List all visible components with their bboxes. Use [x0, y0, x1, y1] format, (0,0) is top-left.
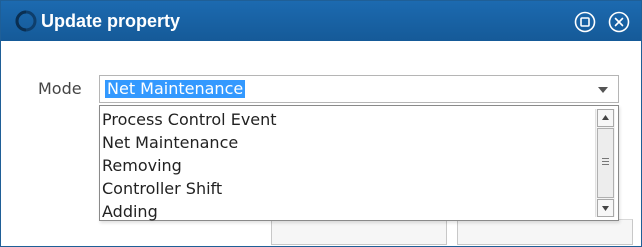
grip-line: [602, 164, 609, 165]
scroll-down-button[interactable]: [597, 199, 614, 217]
mode-option-net-maintenance[interactable]: Net Maintenance: [100, 132, 593, 155]
scroll-up-button[interactable]: [597, 109, 614, 127]
mode-option-controller-shift[interactable]: Controller Shift: [100, 178, 593, 201]
dropdown-scrollbar[interactable]: [595, 109, 615, 217]
mode-option-process-control-event[interactable]: Process Control Event: [100, 109, 593, 132]
close-circle-icon: [608, 11, 630, 33]
arrow-up-icon: [602, 115, 609, 120]
grip-line: [602, 158, 609, 159]
arrow-down-icon: [602, 206, 609, 211]
mode-option-removing[interactable]: Removing: [100, 155, 593, 178]
update-property-dialog: Update property Mode Net Maintenance Pro…: [0, 0, 642, 247]
chevron-down-icon: [598, 87, 608, 93]
dialog-title: Update property: [41, 11, 181, 31]
dialog-titlebar[interactable]: Update property: [1, 1, 641, 41]
mode-dropdown-list[interactable]: Process Control Event Net Maintenance Re…: [99, 105, 619, 221]
scroll-thumb[interactable]: [597, 128, 614, 198]
grip-line: [602, 161, 609, 162]
close-button[interactable]: [608, 11, 630, 33]
mode-option-adding[interactable]: Adding: [100, 201, 593, 224]
mode-select-value: Net Maintenance: [105, 79, 246, 98]
mode-label: Mode: [38, 79, 82, 98]
maximize-button[interactable]: [574, 11, 596, 33]
mode-select[interactable]: Net Maintenance: [99, 75, 619, 103]
app-logo-icon: [15, 10, 37, 32]
restore-circle-icon: [574, 11, 596, 33]
